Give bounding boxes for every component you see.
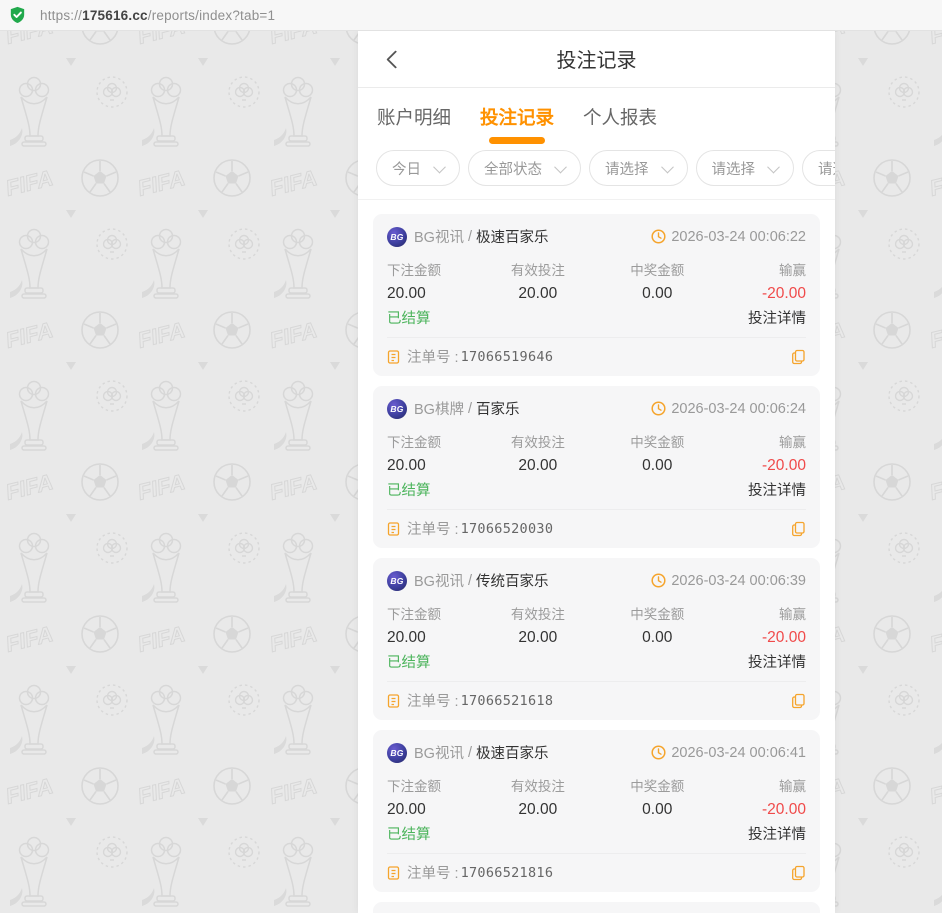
filter-select-1[interactable]: 请选择: [589, 150, 688, 186]
filter-date-select[interactable]: 今日: [376, 150, 460, 186]
bet-amount: 20.00: [387, 629, 426, 647]
bet-record-card: BG BG视讯 / 传统百家乐 2026-03-24 00:07:37 下注金额…: [373, 902, 820, 913]
win-amount: 0.00: [642, 457, 672, 475]
order-note-icon: [387, 693, 400, 708]
clock-icon: [651, 745, 666, 760]
bg-provider-icon: BG: [387, 571, 407, 591]
provider-name: BG视讯: [414, 570, 464, 591]
browser-address-bar[interactable]: https://175616.cc/reports/index?tab=1: [0, 0, 942, 31]
bet-detail-link[interactable]: 投注详情: [748, 823, 806, 844]
security-shield-icon[interactable]: [9, 6, 26, 24]
copy-icon: [791, 521, 806, 537]
filter-select-2[interactable]: 请选择: [696, 150, 795, 186]
game-name: 极速百家乐: [476, 226, 549, 247]
win-amount: 0.00: [642, 801, 672, 819]
bet-time: 2026-03-24 00:06:41: [671, 745, 806, 761]
game-name: 百家乐: [476, 398, 520, 419]
filter-bar: 今日 全部状态 请选择 请选择 请选择: [358, 146, 835, 200]
valid-bet: 20.00: [518, 629, 557, 647]
page-title: 投注记录: [358, 44, 835, 73]
copy-icon: [791, 349, 806, 365]
win-lose-amount: -20.00: [762, 285, 806, 303]
betting-records-panel: 投注记录 账户明细 投注记录 个人报表 今日 全部状态 请选择 请选择 请选择: [358, 30, 835, 913]
bet-time: 2026-03-24 00:06:39: [671, 573, 806, 589]
order-note-icon: [387, 521, 400, 536]
active-tab-underline: [489, 137, 545, 144]
bet-time: 2026-03-24 00:06:22: [671, 229, 806, 245]
bg-provider-icon: BG: [387, 227, 407, 247]
clock-icon: [651, 401, 666, 416]
filter-select-3[interactable]: 请选择: [802, 150, 835, 186]
url-text: https://175616.cc/reports/index?tab=1: [40, 8, 275, 23]
tab-bar: 账户明细 投注记录 个人报表: [358, 88, 835, 146]
provider-name: BG棋牌: [414, 398, 464, 419]
win-lose-amount: -20.00: [762, 801, 806, 819]
status-settled: 已结算: [387, 307, 431, 328]
provider-name: BG视讯: [414, 226, 464, 247]
status-settled: 已结算: [387, 651, 431, 672]
copy-icon: [791, 693, 806, 709]
bet-amount: 20.00: [387, 285, 426, 303]
bet-time: 2026-03-24 00:06:24: [671, 401, 806, 417]
game-name: 极速百家乐: [476, 742, 549, 763]
tab-betting-records[interactable]: 投注记录: [480, 104, 554, 144]
order-note-icon: [387, 349, 400, 364]
bet-amount: 20.00: [387, 801, 426, 819]
win-lose-amount: -20.00: [762, 629, 806, 647]
bet-record-card: BG BG视讯 / 极速百家乐 2026-03-24 00:06:22 下注金额…: [373, 214, 820, 376]
chevron-down-icon: [767, 160, 780, 173]
record-list: BG BG视讯 / 极速百家乐 2026-03-24 00:06:22 下注金额…: [358, 200, 835, 913]
filter-status-select[interactable]: 全部状态: [468, 150, 581, 186]
bet-record-card: BG BG视讯 / 极速百家乐 2026-03-24 00:06:41 下注金额…: [373, 730, 820, 892]
win-amount: 0.00: [642, 285, 672, 303]
chevron-down-icon: [554, 160, 567, 173]
tab-account-detail[interactable]: 账户明细: [377, 104, 451, 130]
copy-order-button[interactable]: [791, 349, 806, 365]
bet-detail-link[interactable]: 投注详情: [748, 307, 806, 328]
copy-order-button[interactable]: [791, 521, 806, 537]
order-number: 17066519646: [461, 349, 554, 365]
copy-order-button[interactable]: [791, 693, 806, 709]
provider-name: BG视讯: [414, 742, 464, 763]
clock-icon: [651, 229, 666, 244]
valid-bet: 20.00: [518, 285, 557, 303]
chevron-down-icon: [433, 160, 446, 173]
copy-icon: [791, 865, 806, 881]
back-button[interactable]: [384, 48, 406, 70]
clock-icon: [651, 573, 666, 588]
order-number: 17066521816: [461, 865, 554, 881]
chevron-down-icon: [661, 160, 674, 173]
status-settled: 已结算: [387, 479, 431, 500]
bet-amount: 20.00: [387, 457, 426, 475]
valid-bet: 20.00: [518, 801, 557, 819]
order-number: 17066521618: [461, 693, 554, 709]
bet-detail-link[interactable]: 投注详情: [748, 651, 806, 672]
bet-record-card: BG BG视讯 / 传统百家乐 2026-03-24 00:06:39 下注金额…: [373, 558, 820, 720]
bg-provider-icon: BG: [387, 743, 407, 763]
copy-order-button[interactable]: [791, 865, 806, 881]
page-header: 投注记录: [358, 30, 835, 88]
tab-personal-report[interactable]: 个人报表: [583, 104, 657, 130]
win-lose-amount: -20.00: [762, 457, 806, 475]
bet-detail-link[interactable]: 投注详情: [748, 479, 806, 500]
valid-bet: 20.00: [518, 457, 557, 475]
bg-provider-icon: BG: [387, 399, 407, 419]
status-settled: 已结算: [387, 823, 431, 844]
order-number: 17066520030: [461, 521, 554, 537]
order-note-icon: [387, 865, 400, 880]
game-name: 传统百家乐: [476, 570, 549, 591]
win-amount: 0.00: [642, 629, 672, 647]
chevron-left-icon: [386, 50, 404, 68]
bet-record-card: BG BG棋牌 / 百家乐 2026-03-24 00:06:24 下注金额20…: [373, 386, 820, 548]
